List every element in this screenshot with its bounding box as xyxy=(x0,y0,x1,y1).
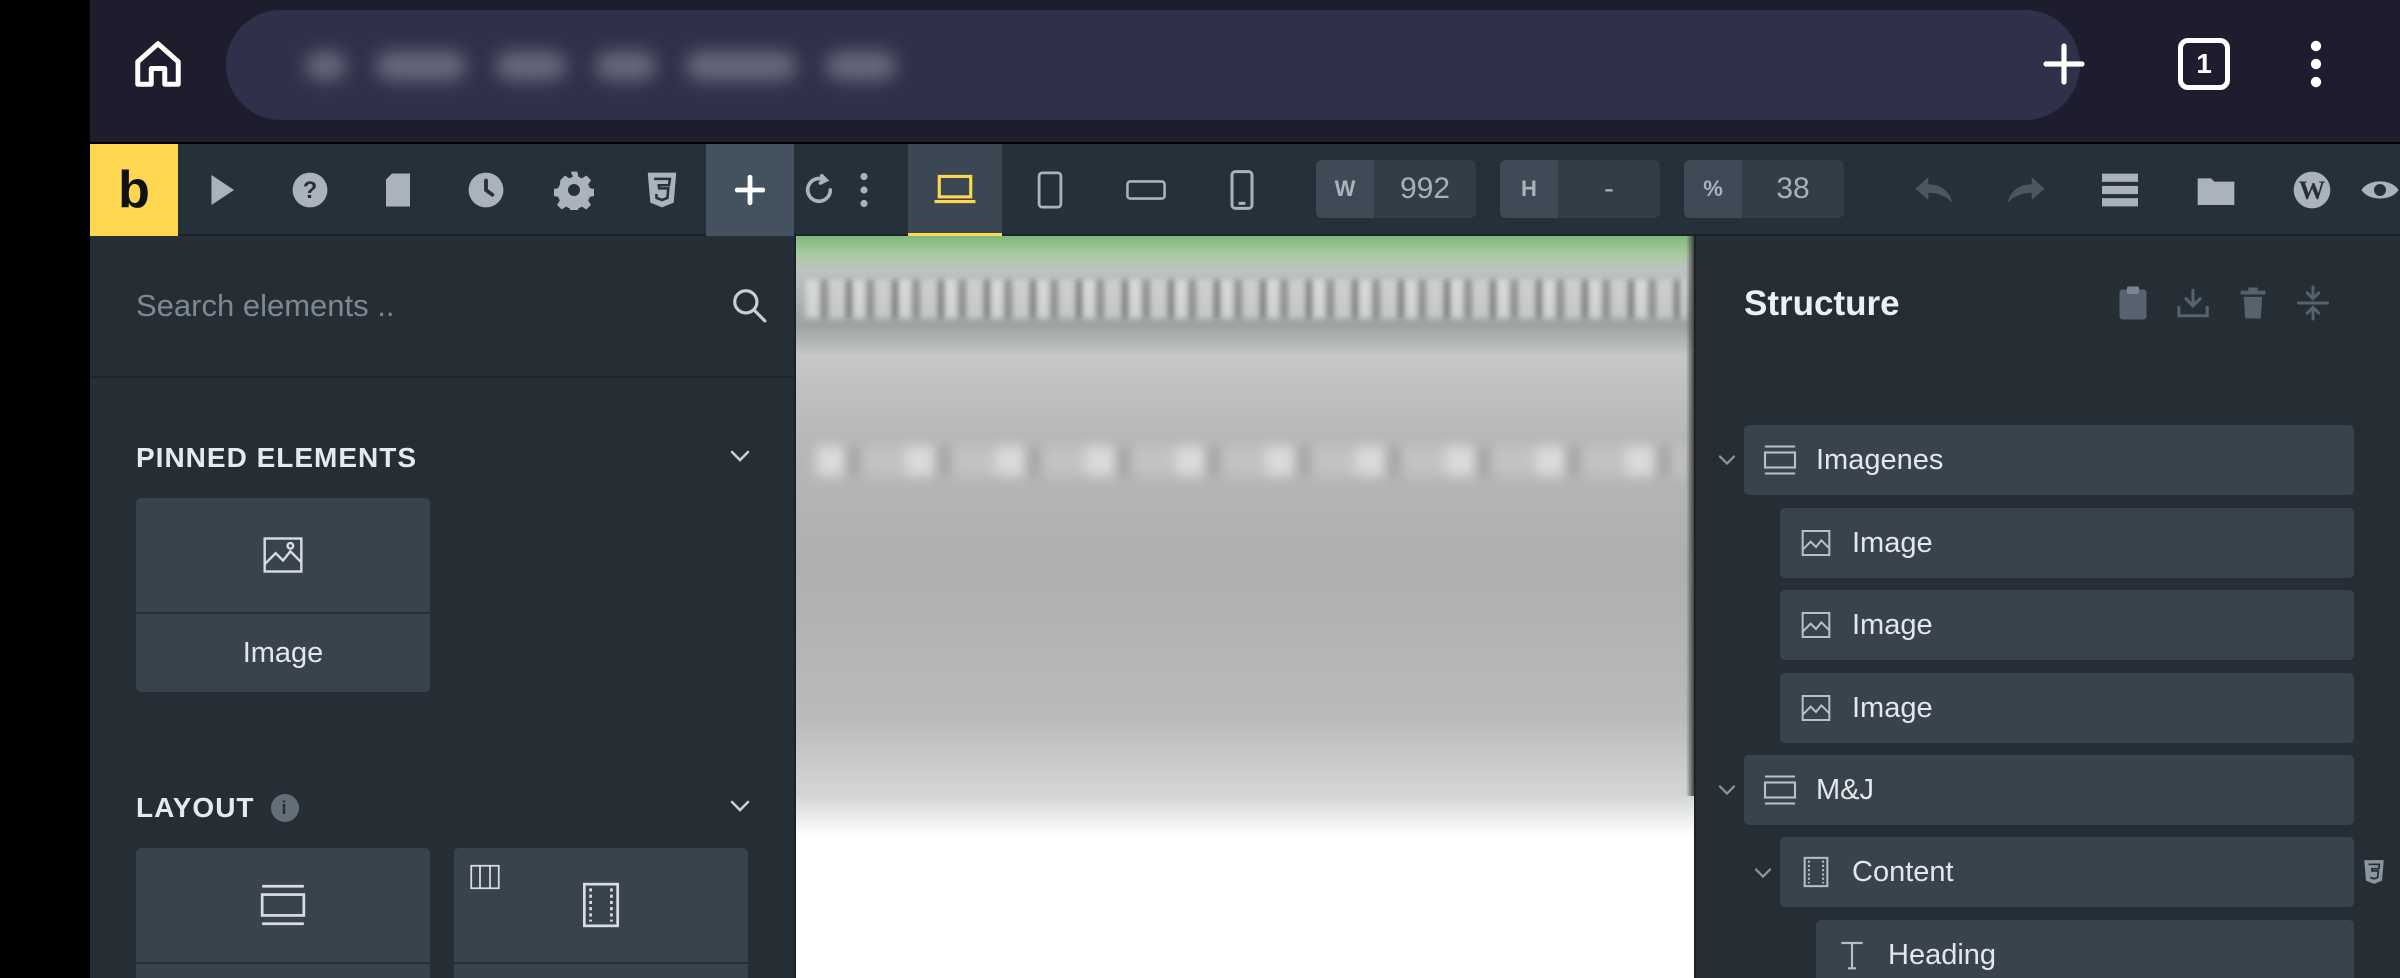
tree-item-label: Imagenes xyxy=(1816,443,1944,476)
section-icon xyxy=(1744,442,1816,478)
pinned-elements-title: PINNED ELEMENTS xyxy=(136,442,418,473)
structure-actions xyxy=(2116,284,2330,322)
svg-text:?: ? xyxy=(303,177,318,204)
tree-item-label: Image xyxy=(1852,608,1933,641)
section-icon xyxy=(1744,772,1816,808)
tree-item-content[interactable]: Content xyxy=(1780,837,2354,907)
tree-item-mj[interactable]: M&J xyxy=(1744,755,2354,825)
heading-icon xyxy=(1816,939,1888,971)
wordpress-icon[interactable]: W xyxy=(2264,144,2360,236)
image-icon xyxy=(1780,527,1852,559)
zoom-value[interactable]: 38 xyxy=(1742,172,1844,206)
search-icon[interactable] xyxy=(730,286,768,329)
chevron-down-icon[interactable] xyxy=(728,448,752,469)
tree-item-image[interactable]: Image xyxy=(1780,590,2354,660)
zoom-label: % xyxy=(1684,160,1742,218)
new-tab-icon[interactable] xyxy=(2032,32,2096,96)
browser-menu-icon[interactable] xyxy=(2296,34,2336,94)
blurred-gallery-content xyxy=(816,446,1686,476)
tab-switcher-button[interactable]: 1 xyxy=(2178,38,2230,90)
tree-item-label: Image xyxy=(1852,691,1933,724)
element-card-image[interactable]: Image xyxy=(136,498,430,692)
tree-item-label: Content xyxy=(1852,855,1954,888)
clipboard-icon[interactable] xyxy=(2116,284,2150,322)
css3-icon[interactable] xyxy=(2356,854,2392,890)
stack-icon[interactable] xyxy=(2072,144,2168,236)
blurred-header-content xyxy=(806,280,1686,318)
element-search xyxy=(90,236,796,378)
blurred-url xyxy=(306,48,906,84)
builder-canvas[interactable] xyxy=(796,236,1694,978)
chevron-down-icon[interactable] xyxy=(728,798,752,819)
tree-item-label: M&J xyxy=(1816,773,1874,806)
section-icon xyxy=(136,848,430,964)
address-bar[interactable] xyxy=(226,10,2080,120)
tree-item-label: Heading xyxy=(1888,938,1997,971)
info-icon[interactable]: i xyxy=(270,794,299,822)
add-elements-icon[interactable] xyxy=(706,144,794,236)
browser-chrome: 1 xyxy=(90,0,2400,142)
image-icon xyxy=(1780,692,1852,724)
tree-item-label: Image xyxy=(1852,526,1933,559)
mobile-portrait-icon[interactable] xyxy=(1194,144,1290,236)
tree-item-image[interactable]: Image xyxy=(1780,508,2354,578)
pages-icon[interactable] xyxy=(354,144,442,236)
layout-title-wrap: LAYOUT i xyxy=(136,792,299,824)
container-icon xyxy=(1780,855,1852,889)
download-icon[interactable] xyxy=(2176,284,2210,322)
structure-title: Structure xyxy=(1744,284,1900,323)
settings-gear-icon[interactable] xyxy=(530,144,618,236)
element-card-label: Image xyxy=(242,636,324,669)
redo-icon[interactable] xyxy=(1980,144,2072,236)
columns-badge-icon xyxy=(470,864,500,895)
image-icon xyxy=(136,498,430,614)
height-label: H xyxy=(1500,160,1558,218)
structure-panel: Structure Imagenes Image Image Image M&J… xyxy=(1694,236,2400,978)
pinned-elements-header[interactable]: PINNED ELEMENTS xyxy=(136,438,752,478)
collapse-all-icon[interactable] xyxy=(2296,284,2330,322)
select-pointer-icon[interactable] xyxy=(178,144,266,236)
help-icon[interactable]: ? xyxy=(266,144,354,236)
chevron-down-icon[interactable] xyxy=(1748,858,1778,888)
canvas-height-field[interactable]: H - xyxy=(1500,160,1660,218)
builder-toolbar: b ? W 992 H - % 38 W xyxy=(90,144,2400,236)
element-card-section[interactable] xyxy=(136,848,430,978)
bricks-logo[interactable]: b xyxy=(90,144,178,236)
mobile-landscape-icon[interactable] xyxy=(1098,144,1194,236)
canvas-zoom-field[interactable]: % 38 xyxy=(1684,160,1844,218)
search-elements-input[interactable] xyxy=(136,276,696,336)
desktop-breakpoint-icon[interactable] xyxy=(908,144,1002,236)
height-value[interactable]: - xyxy=(1558,172,1660,206)
svg-text:W: W xyxy=(2299,175,2326,205)
templates-folder-icon[interactable] xyxy=(2168,144,2264,236)
tree-item-image[interactable]: Image xyxy=(1780,673,2354,743)
refresh-icon[interactable] xyxy=(794,144,844,236)
elements-panel: PINNED ELEMENTS Image LAYOUT i xyxy=(90,236,796,978)
more-options-icon[interactable] xyxy=(844,144,884,236)
tree-item-heading[interactable]: Heading xyxy=(1816,920,2354,978)
css3-icon[interactable] xyxy=(618,144,706,236)
preview-eye-icon[interactable] xyxy=(2360,144,2400,236)
width-value[interactable]: 992 xyxy=(1374,172,1476,206)
chevron-down-icon[interactable] xyxy=(1712,775,1742,805)
canvas-edge xyxy=(1686,236,1694,796)
canvas-width-field[interactable]: W 992 xyxy=(1316,160,1476,218)
trash-icon[interactable] xyxy=(2236,284,2270,322)
layout-title: LAYOUT xyxy=(136,792,255,823)
layout-header[interactable]: LAYOUT i xyxy=(136,788,752,828)
tree-item-imagenes[interactable]: Imagenes xyxy=(1744,425,2354,495)
element-card-container[interactable] xyxy=(454,848,748,978)
width-label: W xyxy=(1316,160,1374,218)
chevron-down-icon[interactable] xyxy=(1712,445,1742,475)
tablet-portrait-icon[interactable] xyxy=(1002,144,1098,236)
undo-icon[interactable] xyxy=(1888,144,1980,236)
home-icon[interactable] xyxy=(130,36,186,92)
image-icon xyxy=(1780,609,1852,641)
revisions-clock-icon[interactable] xyxy=(442,144,530,236)
